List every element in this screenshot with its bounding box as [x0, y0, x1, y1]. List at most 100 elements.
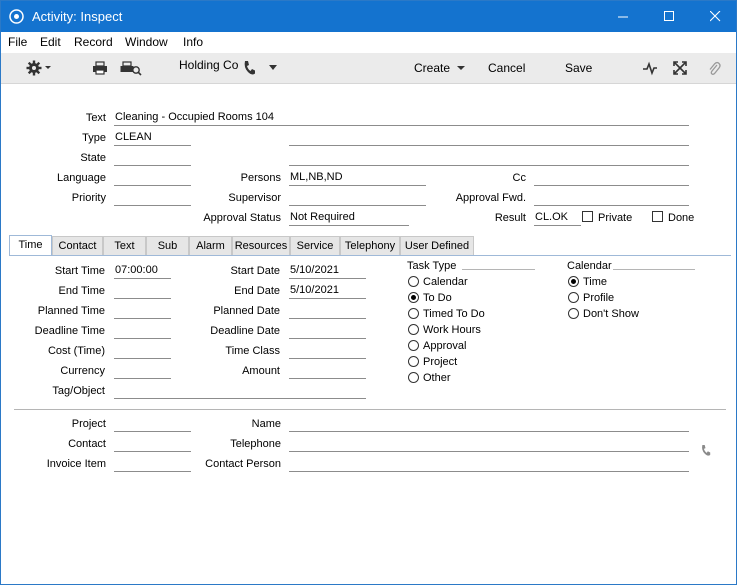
- cc-field[interactable]: [534, 171, 689, 186]
- approval-fwd-field[interactable]: [534, 191, 689, 206]
- calendar-group-label: Calendar: [567, 260, 612, 272]
- menu-record[interactable]: Record: [74, 35, 113, 49]
- persons-field[interactable]: ML,NB,ND: [289, 171, 426, 186]
- deadline-date-field[interactable]: [289, 324, 366, 339]
- invoice-item-label: Invoice Item: [46, 458, 106, 470]
- text-field[interactable]: Cleaning - Occupied Rooms 104: [114, 111, 689, 126]
- tab-user-defined[interactable]: User Defined: [400, 236, 474, 255]
- tab-text[interactable]: Text: [103, 236, 146, 255]
- chevron-down-icon: [269, 65, 277, 70]
- end-date-label: End Date: [234, 285, 280, 297]
- create-label: Create: [414, 61, 451, 75]
- cost-time-field[interactable]: [114, 344, 171, 359]
- tab-contact[interactable]: Contact: [52, 236, 103, 255]
- result-field[interactable]: CL.OK: [534, 211, 581, 226]
- window-title: Activity: Inspect: [32, 9, 123, 24]
- planned-date-label: Planned Date: [213, 305, 280, 317]
- currency-label: Currency: [60, 365, 105, 377]
- type-field[interactable]: CLEAN: [114, 131, 191, 146]
- tab-telephony[interactable]: Telephony: [340, 236, 400, 255]
- contact-person-field[interactable]: [289, 457, 689, 472]
- menu-file[interactable]: File: [8, 35, 27, 49]
- priority-label: Priority: [71, 192, 106, 204]
- cancel-button[interactable]: Cancel: [488, 53, 525, 83]
- language-field[interactable]: [114, 171, 191, 186]
- close-button[interactable]: [692, 1, 736, 32]
- start-date-label: Start Date: [230, 265, 280, 277]
- tab-time[interactable]: Time: [9, 235, 52, 256]
- end-time-label: End Time: [58, 285, 105, 297]
- time-class-field[interactable]: [289, 344, 366, 359]
- print-preview-button[interactable]: [120, 53, 142, 83]
- invoice-item-field[interactable]: [114, 457, 191, 472]
- expand-button[interactable]: [673, 53, 687, 83]
- maximize-icon: [663, 11, 674, 21]
- planned-time-field[interactable]: [114, 304, 171, 319]
- tab-resources[interactable]: Resources: [232, 236, 290, 255]
- amount-label: Amount: [242, 365, 280, 377]
- type-label: Type: [82, 132, 106, 144]
- amount-field[interactable]: [289, 364, 366, 379]
- tab-service[interactable]: Service: [290, 236, 340, 255]
- menu-bar: File Edit Record Window Info: [1, 32, 736, 53]
- end-time-field[interactable]: [114, 284, 171, 299]
- task-type-project-radio[interactable]: [408, 356, 419, 367]
- project-label: Project: [71, 418, 106, 430]
- deadline-date-label: Deadline Date: [210, 325, 280, 337]
- approval-fwd-label: Approval Fwd.: [455, 192, 526, 204]
- task-type-calendar-radio[interactable]: [408, 276, 419, 287]
- task-type-divider: [462, 269, 535, 270]
- tab-alarm[interactable]: Alarm: [189, 236, 232, 255]
- private-checkbox[interactable]: [582, 211, 593, 222]
- calendar-profile-radio[interactable]: [568, 292, 579, 303]
- end-date-field[interactable]: 5/10/2021: [289, 284, 366, 299]
- save-button[interactable]: Save: [565, 53, 592, 83]
- task-type-timed-todo-radio[interactable]: [408, 308, 419, 319]
- task-type-timed-todo-label: Timed To Do: [423, 308, 485, 320]
- contact-field[interactable]: [114, 437, 191, 452]
- start-time-field[interactable]: 07:00:00: [114, 264, 171, 279]
- toolbar: Holding Com Create Cancel Save: [1, 53, 736, 84]
- state-field[interactable]: [114, 151, 191, 166]
- currency-field[interactable]: [114, 364, 171, 379]
- tag-object-label: Tag/Object: [52, 385, 105, 397]
- maximize-button[interactable]: [646, 1, 692, 32]
- tab-sub[interactable]: Sub: [146, 236, 189, 255]
- menu-info[interactable]: Info: [183, 35, 203, 49]
- done-checkbox[interactable]: [652, 211, 663, 222]
- attachment-button[interactable]: [707, 53, 721, 83]
- company-dropdown-button[interactable]: [268, 53, 278, 83]
- company-selector[interactable]: Holding Com: [179, 53, 239, 83]
- task-type-work-hours-radio[interactable]: [408, 324, 419, 335]
- deadline-time-field[interactable]: [114, 324, 171, 339]
- project-field[interactable]: [114, 417, 191, 432]
- minimize-button[interactable]: [600, 1, 646, 32]
- activity-button[interactable]: [642, 53, 658, 83]
- name-field[interactable]: [289, 417, 689, 432]
- telephone-label: Telephone: [230, 438, 281, 450]
- print-button[interactable]: [92, 53, 108, 83]
- supervisor-field[interactable]: [289, 191, 426, 206]
- menu-window[interactable]: Window: [125, 35, 168, 49]
- menu-edit[interactable]: Edit: [40, 35, 61, 49]
- paperclip-icon: [709, 61, 721, 75]
- start-date-field[interactable]: 5/10/2021: [289, 264, 366, 279]
- task-type-todo-radio[interactable]: [408, 292, 419, 303]
- phone-button[interactable]: [242, 53, 256, 83]
- phone-icon[interactable]: [700, 444, 711, 457]
- priority-field[interactable]: [114, 191, 191, 206]
- task-type-project-label: Project: [423, 356, 458, 368]
- save-label: Save: [565, 61, 593, 75]
- calendar-dont-show-radio[interactable]: [568, 308, 579, 319]
- tag-object-field[interactable]: [114, 384, 366, 399]
- telephone-field[interactable]: [289, 437, 689, 452]
- task-type-label: Task Type: [407, 260, 457, 272]
- task-type-other-radio[interactable]: [408, 372, 419, 383]
- planned-date-field[interactable]: [289, 304, 366, 319]
- task-type-approval-radio[interactable]: [408, 340, 419, 351]
- create-button[interactable]: Create: [414, 53, 468, 83]
- settings-button[interactable]: [26, 53, 52, 83]
- deadline-time-label: Deadline Time: [34, 325, 105, 337]
- calendar-time-radio[interactable]: [568, 276, 579, 287]
- supervisor-label: Supervisor: [228, 192, 281, 204]
